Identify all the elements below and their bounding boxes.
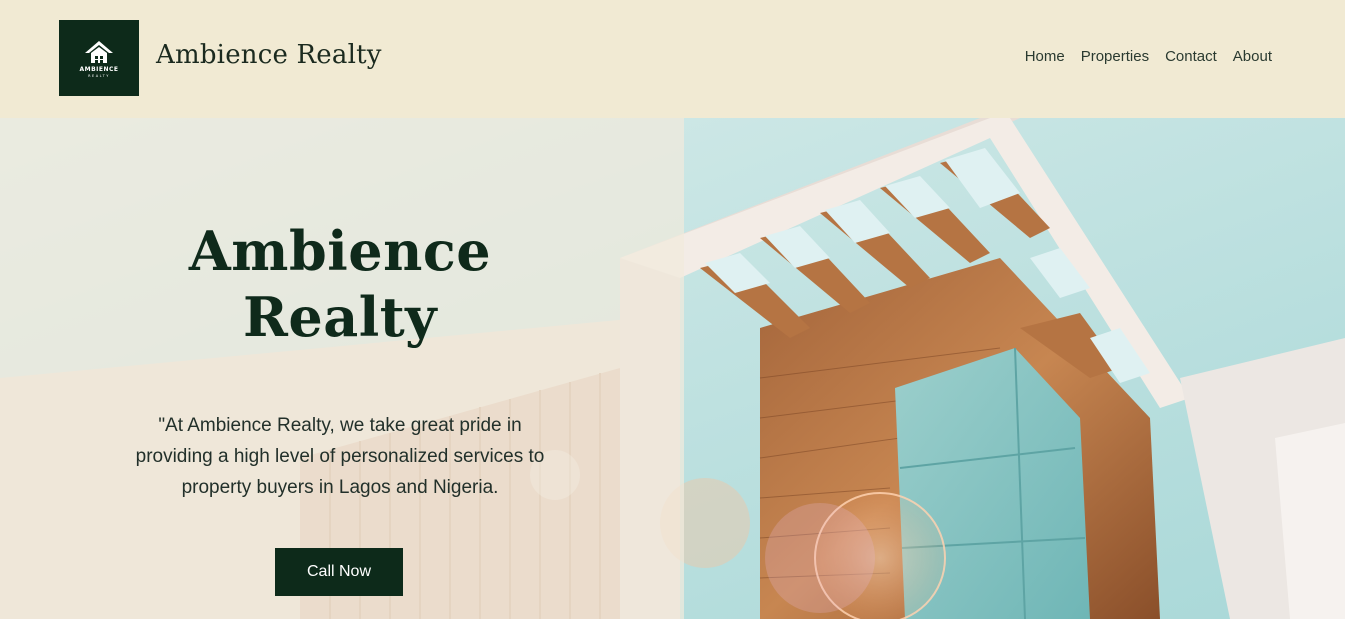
hero-overlay [0,118,684,619]
nav-contact[interactable]: Contact [1165,48,1217,65]
hero-tagline: "At Ambience Realty, we take great pride… [135,415,545,498]
nav-home[interactable]: Home [1025,48,1065,65]
logo[interactable]: AMBIENCE REALTY [59,20,139,96]
call-now-button[interactable]: Call Now [275,548,403,596]
site-header: AMBIENCE REALTY Ambience Realty Home Pro… [0,0,1345,118]
main-nav: Home Properties Contact About [1025,48,1272,65]
nav-properties[interactable]: Properties [1081,48,1149,65]
hero-title-line1: Ambience [188,219,492,283]
logo-subtext: REALTY [88,73,110,78]
hero-section: Ambience Realty "At Ambience Realty, we … [0,118,1345,619]
hero-title-line2: Realty [242,285,438,349]
house-icon [85,40,113,63]
logo-wordmark: AMBIENCE [79,65,119,73]
site-title[interactable]: Ambience Realty [156,40,382,70]
hero-title: Ambience Realty [140,218,540,350]
nav-about[interactable]: About [1233,48,1272,65]
